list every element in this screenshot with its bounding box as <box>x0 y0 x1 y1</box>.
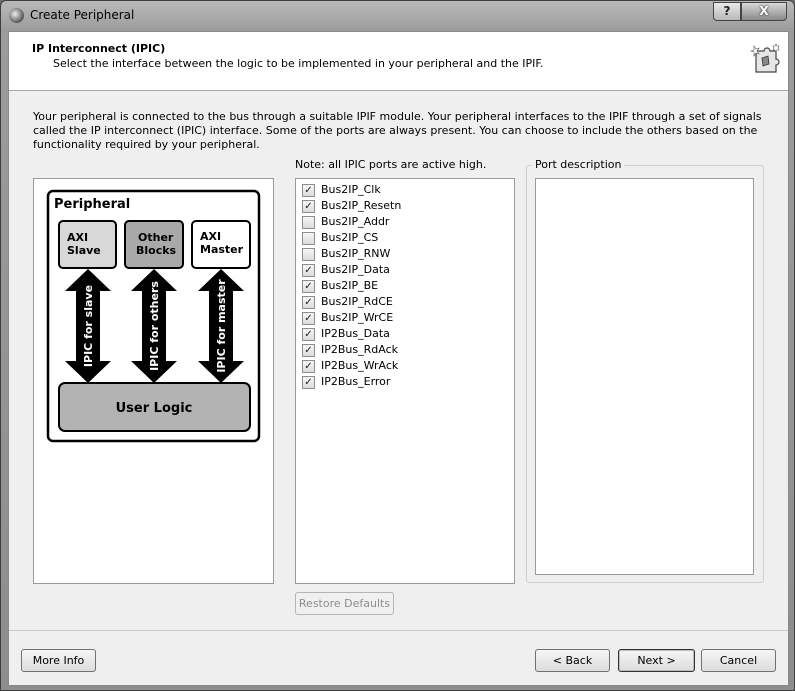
cancel-button[interactable]: Cancel <box>701 649 776 672</box>
more-info-button[interactable]: More Info <box>21 649 96 672</box>
block-axi-slave: AXI Slave <box>58 220 117 269</box>
ports-note: Note: all IPIC ports are active high. <box>295 158 487 171</box>
next-button[interactable]: Next > <box>618 649 695 672</box>
checkbox-unchecked[interactable] <box>302 216 315 229</box>
port-label: Bus2IP_Resetn <box>321 199 402 212</box>
block-axi-master: AXI Master <box>191 220 251 269</box>
block-other-line2: Blocks <box>136 244 177 257</box>
checkbox-checked[interactable]: ✓ <box>302 312 315 325</box>
checkbox-checked[interactable]: ✓ <box>302 264 315 277</box>
close-icon: X <box>759 4 769 18</box>
checkbox-checked[interactable]: ✓ <box>302 200 315 213</box>
title-bar: Create Peripheral ? X <box>1 1 794 31</box>
block-axi-master-line1: AXI <box>200 230 221 243</box>
help-icon: ? <box>723 4 731 18</box>
checkbox-checked[interactable]: ✓ <box>302 184 315 197</box>
help-button[interactable]: ? <box>713 2 741 21</box>
port-label: Bus2IP_WrCE <box>321 311 394 324</box>
arrow-master-label: IPIC for master <box>215 279 228 373</box>
port-label: IP2Bus_Data <box>321 327 390 340</box>
port-label: Bus2IP_RNW <box>321 247 391 260</box>
checkbox-checked[interactable]: ✓ <box>302 328 315 341</box>
port-label: Bus2IP_Addr <box>321 215 390 228</box>
user-logic-label: User Logic <box>116 401 193 416</box>
arrow-slave-label: IPIC for slave <box>82 285 95 367</box>
close-button[interactable]: X <box>741 2 787 21</box>
port-label: Bus2IP_RdCE <box>321 295 393 308</box>
dialog-body: IP Interconnect (IPIC) Select the interf… <box>8 31 789 686</box>
checkbox-unchecked[interactable] <box>302 248 315 261</box>
port-label: Bus2IP_CS <box>321 231 379 244</box>
wizard-puzzle-icon <box>750 43 780 73</box>
checkbox-unchecked[interactable] <box>302 232 315 245</box>
create-peripheral-window: Create Peripheral ? X IP Interconnect (I… <box>0 0 795 691</box>
port-label: IP2Bus_RdAck <box>321 343 398 356</box>
checkbox-checked[interactable]: ✓ <box>302 344 315 357</box>
user-logic-block: User Logic <box>58 382 251 432</box>
block-other-line1: Other <box>138 231 174 244</box>
peripheral-diagram: Peripheral AXI Slave Other Blocks AXI Ma… <box>46 189 261 443</box>
checkbox-checked[interactable]: ✓ <box>302 360 315 373</box>
wizard-header: IP Interconnect (IPIC) Select the interf… <box>9 32 788 91</box>
window-title: Create Peripheral <box>30 8 135 22</box>
checkbox-checked[interactable]: ✓ <box>302 280 315 293</box>
block-axi-slave-line2: Slave <box>67 244 101 257</box>
port-label: Bus2IP_Data <box>321 263 390 276</box>
diagram-title: Peripheral <box>54 197 130 212</box>
checkbox-checked[interactable]: ✓ <box>302 296 315 309</box>
port-label: Bus2IP_Clk <box>321 183 381 196</box>
block-axi-master-line2: Master <box>200 243 244 256</box>
diagram-panel: Peripheral AXI Slave Other Blocks AXI Ma… <box>33 178 274 584</box>
page-description: Your peripheral is connected to the bus … <box>33 110 762 151</box>
block-other-blocks: Other Blocks <box>124 220 184 269</box>
port-description-text <box>536 179 753 185</box>
checkbox-checked[interactable]: ✓ <box>302 376 315 389</box>
footer-separator <box>9 630 788 631</box>
page-subtitle: Select the interface between the logic t… <box>53 57 544 70</box>
block-axi-slave-line1: AXI <box>67 231 88 244</box>
ports-list[interactable]: ✓ Bus2IP_Clk ✓ Bus2IP_Resetn Bus2IP_Addr Bus2… <box>295 178 515 584</box>
arrow-others-label: IPIC for others <box>148 281 161 371</box>
port-label: IP2Bus_WrAck <box>321 359 399 372</box>
restore-defaults-button[interactable]: Restore Defaults <box>295 592 394 615</box>
app-icon <box>9 8 24 23</box>
port-description-box[interactable] <box>535 178 754 575</box>
back-button[interactable]: < Back <box>535 649 610 672</box>
port-label: IP2Bus_Error <box>321 375 391 388</box>
port-label: Bus2IP_BE <box>321 279 379 292</box>
port-description-label: Port description <box>532 158 625 171</box>
page-title: IP Interconnect (IPIC) <box>32 42 166 55</box>
